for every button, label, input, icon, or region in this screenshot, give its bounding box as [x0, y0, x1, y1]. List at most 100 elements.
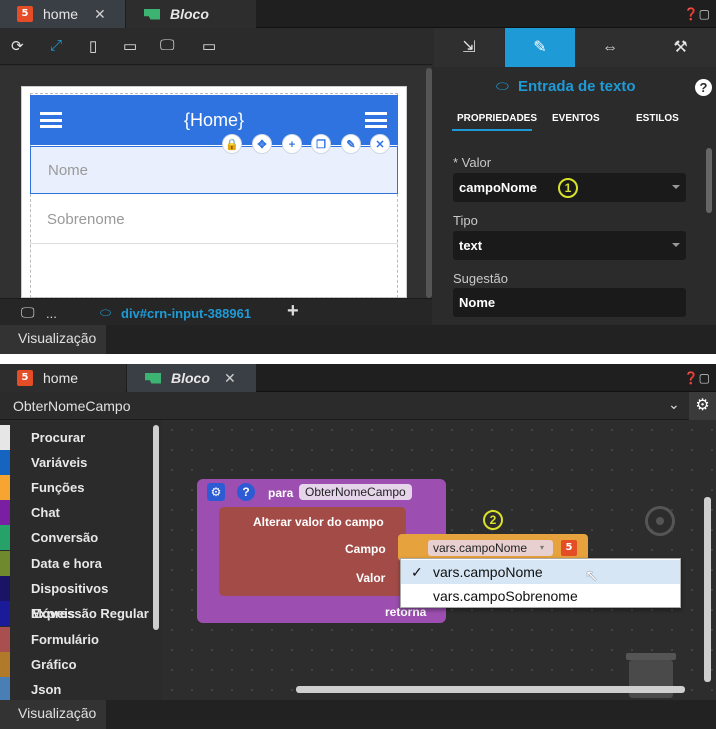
tab-label: Bloco: [171, 370, 210, 386]
edit-icon[interactable]: ✎: [341, 134, 361, 154]
device-toolbar: ⟳ ⤢ ▯ ▭ 🖵 ▭: [0, 29, 432, 65]
category-swatch: [0, 601, 10, 626]
tab-home[interactable]: 5 home ✕: [0, 0, 125, 28]
category-grafico[interactable]: Gráfico: [0, 652, 155, 677]
category-chat[interactable]: Chat: [0, 500, 155, 525]
category-label: Conversão: [31, 530, 99, 545]
category-label: Expressão Regular: [31, 606, 149, 621]
nome-input[interactable]: Nome: [30, 146, 398, 194]
category-label: Funções: [31, 480, 85, 495]
dropdown-option[interactable]: ✓ vars.campoNome: [401, 560, 680, 584]
tipo-select[interactable]: text: [453, 231, 686, 260]
workspace-vscroll[interactable]: [704, 497, 711, 682]
tab-bloco[interactable]: Bloco ✕: [127, 364, 256, 392]
monitor-icon[interactable]: 🖵: [21, 304, 35, 321]
monitor-icon[interactable]: ▭: [202, 37, 216, 55]
visualization-bar: Visualização: [0, 700, 716, 729]
category-label: Variáveis: [31, 455, 88, 470]
category-funcoes[interactable]: Funções: [0, 475, 155, 500]
expand-icon[interactable]: ⤢: [50, 37, 62, 54]
subtab-eventos[interactable]: EVENTOS: [552, 113, 600, 124]
help-icon[interactable]: ?: [695, 79, 712, 96]
phone-icon[interactable]: ▯: [89, 37, 97, 55]
add-icon[interactable]: +: [282, 134, 302, 154]
tab-resize[interactable]: ⇔: [575, 28, 645, 67]
category-dispositivos[interactable]: Dispositivos Móveis: [0, 576, 155, 621]
canvas-scrollbar[interactable]: [426, 68, 432, 298]
sobrenome-input[interactable]: Sobrenome: [30, 196, 398, 244]
subtab-indicator: [452, 129, 532, 131]
refresh-icon[interactable]: ⟳: [11, 37, 24, 55]
category-expressao[interactable]: Expressão Regular: [0, 601, 155, 626]
top-tabbar: 5 home ✕ Bloco ❓▢: [0, 0, 716, 28]
close-icon[interactable]: ✕: [224, 370, 236, 387]
tablet-icon[interactable]: ▭: [123, 37, 137, 55]
tab-label: Bloco: [170, 6, 209, 22]
help-maximize-icons[interactable]: ❓▢: [684, 371, 710, 385]
help-icon[interactable]: ?: [237, 483, 255, 501]
gear-icon[interactable]: ⚙: [689, 392, 716, 420]
sugestao-input[interactable]: Nome: [453, 288, 686, 317]
html5-icon: 5: [561, 540, 577, 556]
category-data-hora[interactable]: Data e hora: [0, 551, 155, 576]
campo-label: Campo: [345, 542, 386, 556]
tab-home[interactable]: 5 home: [0, 364, 126, 392]
category-label: Formulário: [31, 632, 99, 647]
tab-tools[interactable]: ⚒: [645, 28, 716, 67]
callout-1: 1: [558, 178, 578, 198]
delete-icon[interactable]: ✕: [370, 134, 390, 154]
option-label: vars.campoNome: [433, 564, 543, 580]
tab-edit[interactable]: ✎: [505, 28, 575, 67]
desktop-icon[interactable]: 🖵: [160, 37, 174, 54]
category-procurar[interactable]: Procurar: [0, 425, 155, 450]
tipo-label: Tipo: [453, 213, 478, 228]
visualization-tab[interactable]: Visualização: [0, 700, 106, 729]
block-icon: [145, 372, 161, 384]
function-select[interactable]: ObterNomeCampo: [13, 398, 131, 414]
chevron-down-icon: [672, 185, 680, 189]
category-variaveis[interactable]: Variáveis: [0, 450, 155, 475]
subtab-propriedades[interactable]: PROPRIEDADES: [457, 113, 537, 124]
chevron-down-icon: ▾: [540, 543, 545, 552]
add-icon[interactable]: +: [287, 300, 299, 323]
category-formulario[interactable]: Formulário: [0, 627, 155, 652]
center-dot: [656, 517, 664, 525]
subtab-estilos[interactable]: ESTILOS: [636, 113, 679, 124]
chevron-down-icon[interactable]: ⌄: [668, 396, 680, 413]
category-label: Procurar: [31, 430, 86, 445]
breadcrumb-selector[interactable]: div#crn-input-388961: [121, 306, 251, 321]
panel-title: Entrada de texto: [518, 78, 636, 95]
cursor-icon: ↖: [585, 568, 599, 585]
field-dropdown-menu: ✓ vars.campoNome vars.campoSobrenome: [400, 558, 681, 608]
category-swatch: [0, 425, 10, 450]
valor-label: Valor: [356, 571, 386, 585]
copy-icon[interactable]: ❐: [311, 134, 331, 154]
panel-scrollbar[interactable]: [706, 148, 712, 213]
move-icon[interactable]: ✥: [252, 134, 272, 154]
tipo-value: text: [459, 238, 483, 253]
category-swatch: [0, 525, 10, 550]
function-selector-bar: ObterNomeCampo ⌄ ⚙: [0, 392, 716, 420]
visualization-tab[interactable]: Visualização: [0, 325, 106, 354]
help-maximize-icons[interactable]: ❓▢: [684, 7, 710, 21]
function-name-field[interactable]: ObterNomeCampo: [299, 484, 412, 500]
action-label: Alterar valor do campo: [253, 515, 384, 529]
menu-icon[interactable]: [365, 112, 387, 128]
dropdown-option[interactable]: vars.campoSobrenome: [401, 584, 680, 608]
category-label: Data e hora: [31, 556, 102, 571]
category-conversao[interactable]: Conversão: [0, 525, 155, 550]
lock-icon[interactable]: 🔒: [222, 134, 242, 154]
close-icon[interactable]: ✕: [94, 6, 106, 23]
category-json[interactable]: Json: [0, 677, 155, 702]
breadcrumb-root[interactable]: ...: [46, 306, 57, 321]
valor-label: * Valor: [453, 155, 492, 170]
category-scrollbar[interactable]: [153, 425, 159, 630]
category-label: Json: [31, 682, 62, 697]
category-swatch: [0, 500, 10, 525]
tab-bloco[interactable]: Bloco: [126, 0, 256, 28]
gear-icon[interactable]: ⚙: [207, 483, 225, 501]
tab-responsive[interactable]: ⇲: [434, 28, 504, 67]
html5-icon: 5: [17, 6, 33, 22]
workspace-hscroll[interactable]: [296, 686, 685, 693]
field-dropdown[interactable]: vars.campoNome ▾: [428, 540, 553, 556]
